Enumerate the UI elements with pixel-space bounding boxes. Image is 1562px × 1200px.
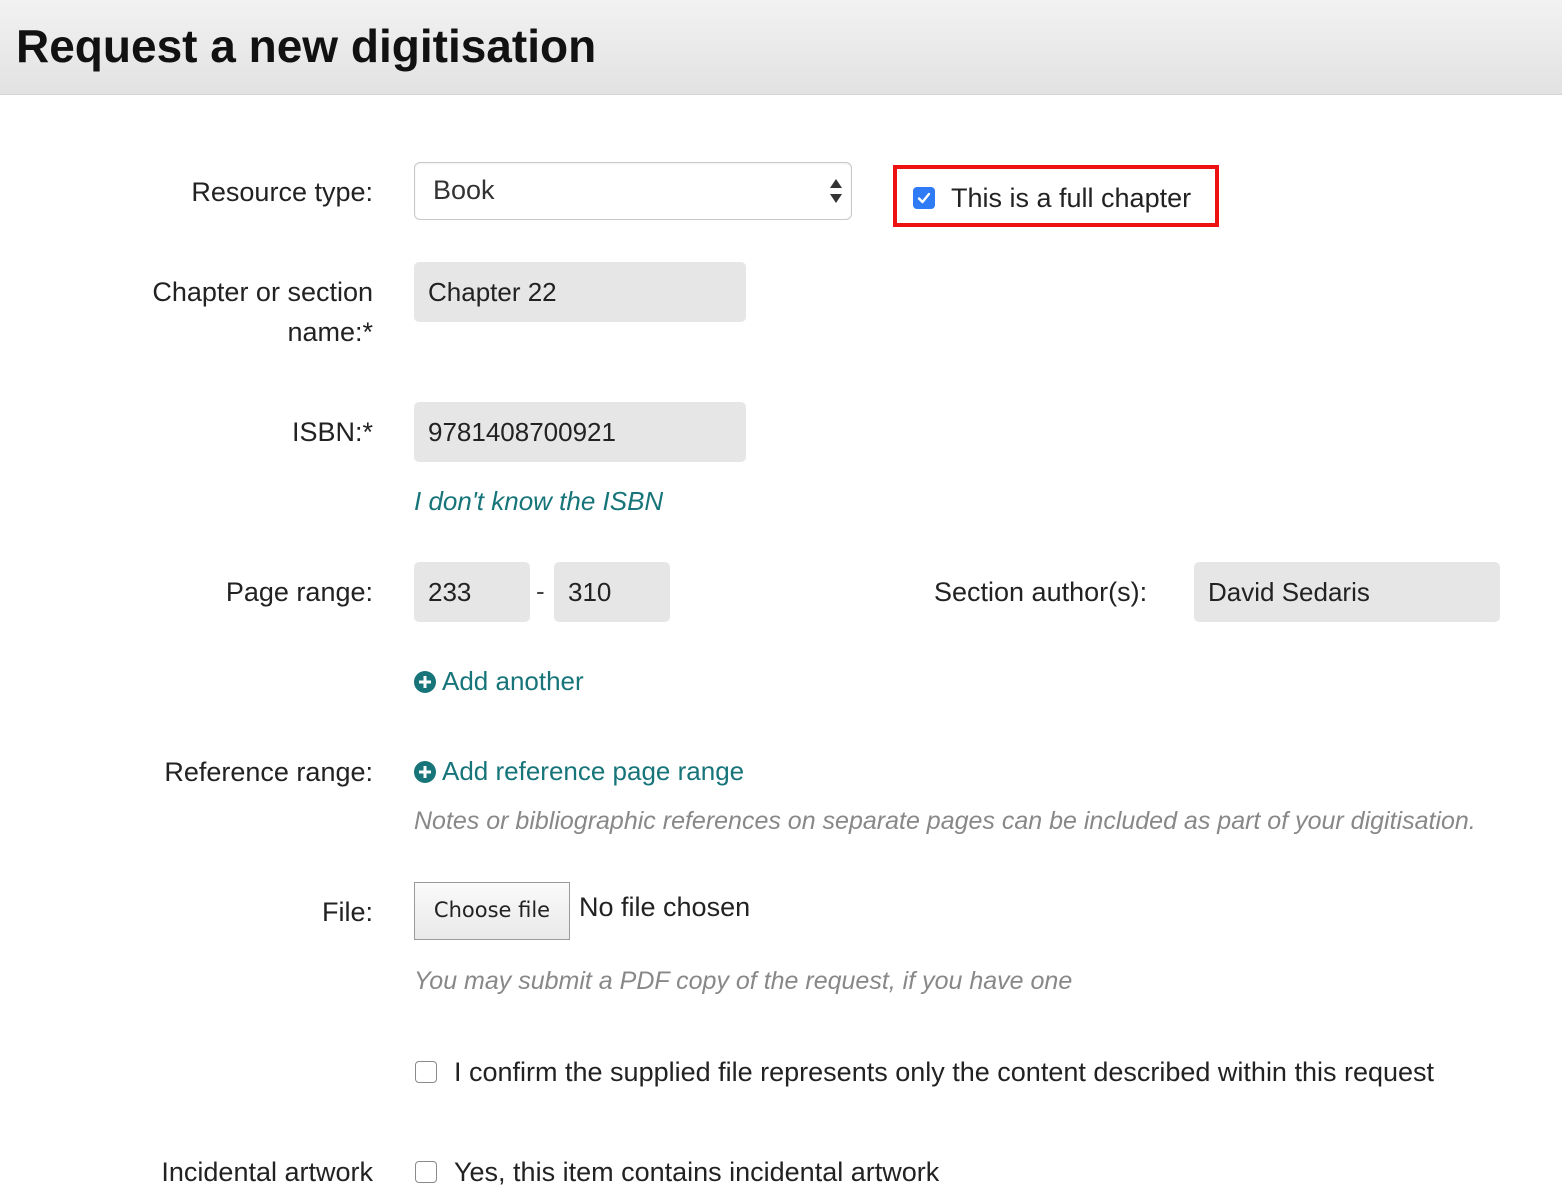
add-reference-range-text: Add reference page range	[442, 756, 745, 786]
page-range-to-input[interactable]: 310	[554, 562, 670, 622]
resource-type-select[interactable]: Book	[414, 162, 852, 220]
full-chapter-checkbox[interactable]	[913, 187, 935, 209]
page-range-separator: -	[536, 576, 545, 606]
full-chapter-label: This is a full chapter	[951, 183, 1192, 213]
add-another-text: Add another	[442, 666, 584, 696]
page-header: Request a new digitisation	[0, 0, 1562, 95]
resource-type-label: Resource type:	[191, 177, 373, 207]
section-author-input[interactable]: David Sedaris	[1194, 562, 1500, 622]
file-label: File:	[321, 897, 373, 927]
chapter-name-label-line2: name:*	[287, 317, 373, 347]
file-help: You may submit a PDF copy of the request…	[414, 967, 1073, 995]
chapter-name-label-line1: Chapter or section	[152, 277, 373, 307]
reference-range-help: Notes or bibliographic references on sep…	[414, 807, 1476, 835]
isbn-label: ISBN:*	[291, 417, 373, 447]
file-status: No file chosen	[579, 892, 751, 922]
page-range-label: Page range:	[225, 577, 373, 607]
reference-range-label: Reference range:	[164, 757, 373, 787]
plus-circle-icon	[414, 761, 436, 783]
incidental-artwork-checkbox-label: Yes, this item contains incidental artwo…	[454, 1157, 940, 1187]
isbn-unknown-link[interactable]: I don't know the ISBN	[414, 483, 663, 519]
confirm-file-label: I confirm the supplied file represents o…	[454, 1057, 1435, 1087]
isbn-input[interactable]: 9781408700921	[414, 402, 746, 462]
select-arrows-icon	[830, 179, 842, 203]
checkmark-icon	[917, 192, 931, 204]
page-title: Request a new digitisation	[16, 20, 597, 72]
page-range-from-input[interactable]: 233	[414, 562, 530, 622]
add-reference-range-link[interactable]: Add reference page range	[414, 753, 744, 789]
confirm-file-checkbox[interactable]	[415, 1061, 437, 1083]
choose-file-button[interactable]: Choose file	[414, 882, 570, 940]
chapter-name-input[interactable]: Chapter 22	[414, 262, 746, 322]
incidental-artwork-label: Incidental artwork	[161, 1157, 373, 1187]
plus-circle-icon	[414, 671, 436, 693]
incidental-artwork-checkbox[interactable]	[415, 1161, 437, 1183]
section-author-label: Section author(s):	[934, 577, 1148, 607]
add-another-link[interactable]: Add another	[414, 663, 584, 699]
resource-type-value: Book	[433, 175, 495, 205]
